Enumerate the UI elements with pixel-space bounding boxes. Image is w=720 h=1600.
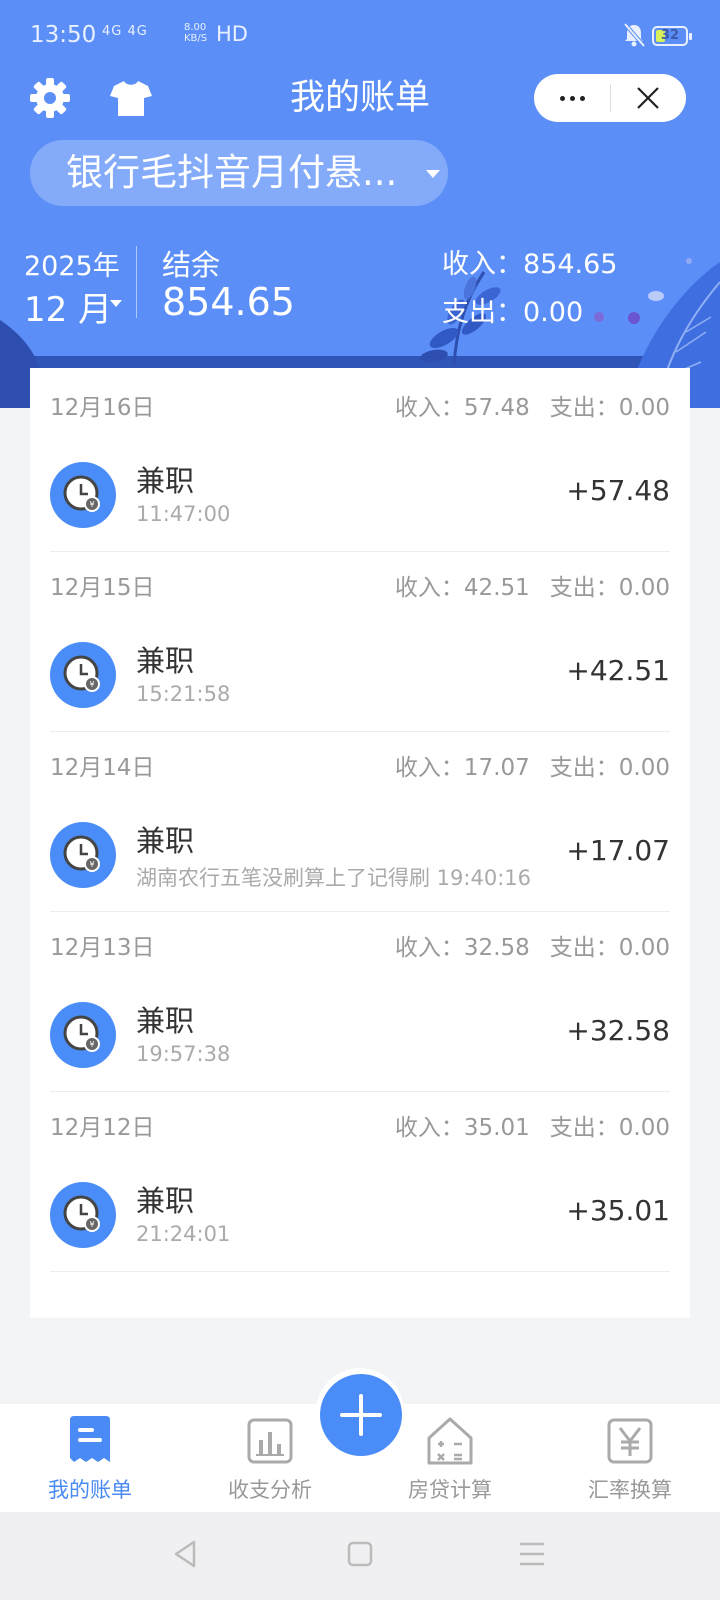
battery-icon: 32 (652, 26, 692, 46)
network-speed-unit: KB/S (184, 33, 208, 44)
day-totals: 收入：42.51 支出：0.00 (394, 575, 670, 601)
nav-label: 收支分析 (228, 1478, 312, 1502)
entry-amount: +57.48 (566, 474, 670, 507)
day-header: 12月12日 收入：35.01 支出：0.00 (30, 1088, 690, 1172)
entry-category: 兼职 (136, 464, 195, 498)
status-time: 13:50 (30, 22, 97, 48)
back-icon[interactable] (166, 1534, 206, 1574)
entry-amount: +42.51 (566, 654, 670, 687)
entry-note: 湖南农行五笔没刷算上了记得刷 19:40:16 (136, 866, 531, 890)
day-totals: 收入：32.58 支出：0.00 (394, 935, 670, 961)
month-picker[interactable]: 12 月 (24, 282, 112, 331)
svg-text:¥: ¥ (89, 1040, 94, 1049)
hd-indicator: HD (216, 22, 248, 46)
bill-list[interactable]: 12月16日 收入：57.48 支出：0.00 ¥ 兼职 11:47:00 +57… (30, 368, 690, 1318)
bill-entry[interactable]: ¥ 兼职 湖南农行五笔没刷算上了记得刷 19:40:16 +17.07 (30, 812, 690, 912)
home-icon[interactable] (340, 1534, 380, 1574)
svg-text:¥: ¥ (89, 860, 94, 869)
entry-category: 兼职 (136, 1184, 195, 1218)
clock-icon: ¥ (50, 1182, 116, 1248)
day-header: 12月14日 收入：17.07 支出：0.00 (30, 728, 690, 812)
bill-entry[interactable]: ¥ 兼职 11:47:00 +57.48 (30, 452, 690, 552)
entry-note: 11:47:00 (136, 502, 231, 526)
network-speed: 8.00 KB/S (184, 22, 207, 44)
day-date: 12月14日 (50, 755, 155, 781)
menu-icon[interactable] (512, 1534, 552, 1574)
clock-icon: ¥ (50, 462, 116, 528)
nav-item-my-bills[interactable]: 我的账单 (0, 1404, 180, 1512)
close-icon (637, 87, 659, 109)
entry-note: 19:57:38 (136, 1042, 231, 1066)
svg-text:¥: ¥ (89, 1220, 94, 1229)
day-header: 12月16日 收入：57.48 支出：0.00 (30, 368, 690, 452)
account-selector-label: 银行毛抖音月付悬... (66, 151, 398, 194)
day-header: 12月13日 收入：32.58 支出：0.00 (30, 908, 690, 992)
day-date: 12月15日 (50, 575, 155, 601)
add-bill-button[interactable] (320, 1374, 402, 1456)
entry-note: 21:24:01 (136, 1222, 231, 1246)
bill-icon (70, 1416, 110, 1462)
status-bar: 13:50 4G 4G 8.00 KB/S HD 32 (0, 0, 720, 72)
day-date: 12月12日 (50, 1115, 155, 1141)
chart-icon (247, 1418, 293, 1464)
balance-label: 结余 (162, 248, 221, 282)
svg-text:¥: ¥ (89, 680, 94, 689)
entry-amount: +35.01 (566, 1194, 670, 1227)
mini-program-capsule (534, 74, 686, 122)
dot-decoration (686, 258, 692, 264)
entry-amount: +17.07 (566, 834, 670, 867)
entry-amount: +32.58 (566, 1014, 670, 1047)
more-button[interactable] (534, 74, 610, 122)
bill-entry[interactable]: ¥ 兼职 15:21:58 +42.51 (30, 632, 690, 732)
day-date: 12月16日 (50, 395, 155, 421)
network-speed-value: 8.00 (184, 22, 207, 33)
gear-icon[interactable] (30, 78, 70, 118)
page-title: 我的账单 (289, 78, 430, 118)
nav-label: 房贷计算 (408, 1478, 492, 1502)
year-picker[interactable]: 2025年 (24, 244, 120, 283)
bell-muted-icon (623, 22, 646, 48)
summary-divider (136, 246, 137, 318)
day-date: 12月13日 (50, 935, 155, 961)
house-calculator-icon (427, 1417, 473, 1465)
nav-item-exchange[interactable]: 汇率换算 (540, 1404, 720, 1512)
day-totals: 收入：17.07 支出：0.00 (394, 755, 670, 781)
monthly-expense: 支出：0.00 (442, 297, 584, 328)
clock-icon: ¥ (50, 822, 116, 888)
day-header: 12月15日 收入：42.51 支出：0.00 (30, 548, 690, 632)
nav-label: 汇率换算 (588, 1478, 672, 1502)
clock-icon: ¥ (50, 1002, 116, 1068)
close-button[interactable] (611, 74, 686, 122)
balance-value: 854.65 (162, 280, 295, 324)
monthly-income: 收入：854.65 (442, 249, 618, 280)
signal-icon: 4G 4G (102, 24, 148, 39)
nav-label: 我的账单 (48, 1478, 132, 1502)
chevron-down-icon (426, 170, 440, 178)
day-totals: 收入：35.01 支出：0.00 (394, 1115, 670, 1141)
entry-category: 兼职 (136, 644, 195, 678)
entry-category: 兼职 (136, 824, 195, 858)
battery-level: 32 (660, 28, 680, 43)
yen-icon (607, 1418, 653, 1464)
dot-decoration (594, 312, 604, 322)
entry-category: 兼职 (136, 1004, 195, 1038)
svg-text:¥: ¥ (89, 500, 94, 509)
bill-entry[interactable]: ¥ 兼职 19:57:38 +32.58 (30, 992, 690, 1092)
clock-icon: ¥ (50, 642, 116, 708)
dot-decoration (628, 312, 640, 324)
bill-entry[interactable]: ¥ 兼职 21:24:01 +35.01 (30, 1172, 690, 1272)
entry-note: 15:21:58 (136, 682, 231, 706)
account-selector[interactable]: 银行毛抖音月付悬... (30, 140, 448, 206)
system-nav-bar (0, 1512, 720, 1600)
day-totals: 收入：57.48 支出：0.00 (394, 395, 670, 421)
shirt-icon[interactable] (110, 80, 152, 116)
chevron-down-icon (110, 300, 122, 307)
